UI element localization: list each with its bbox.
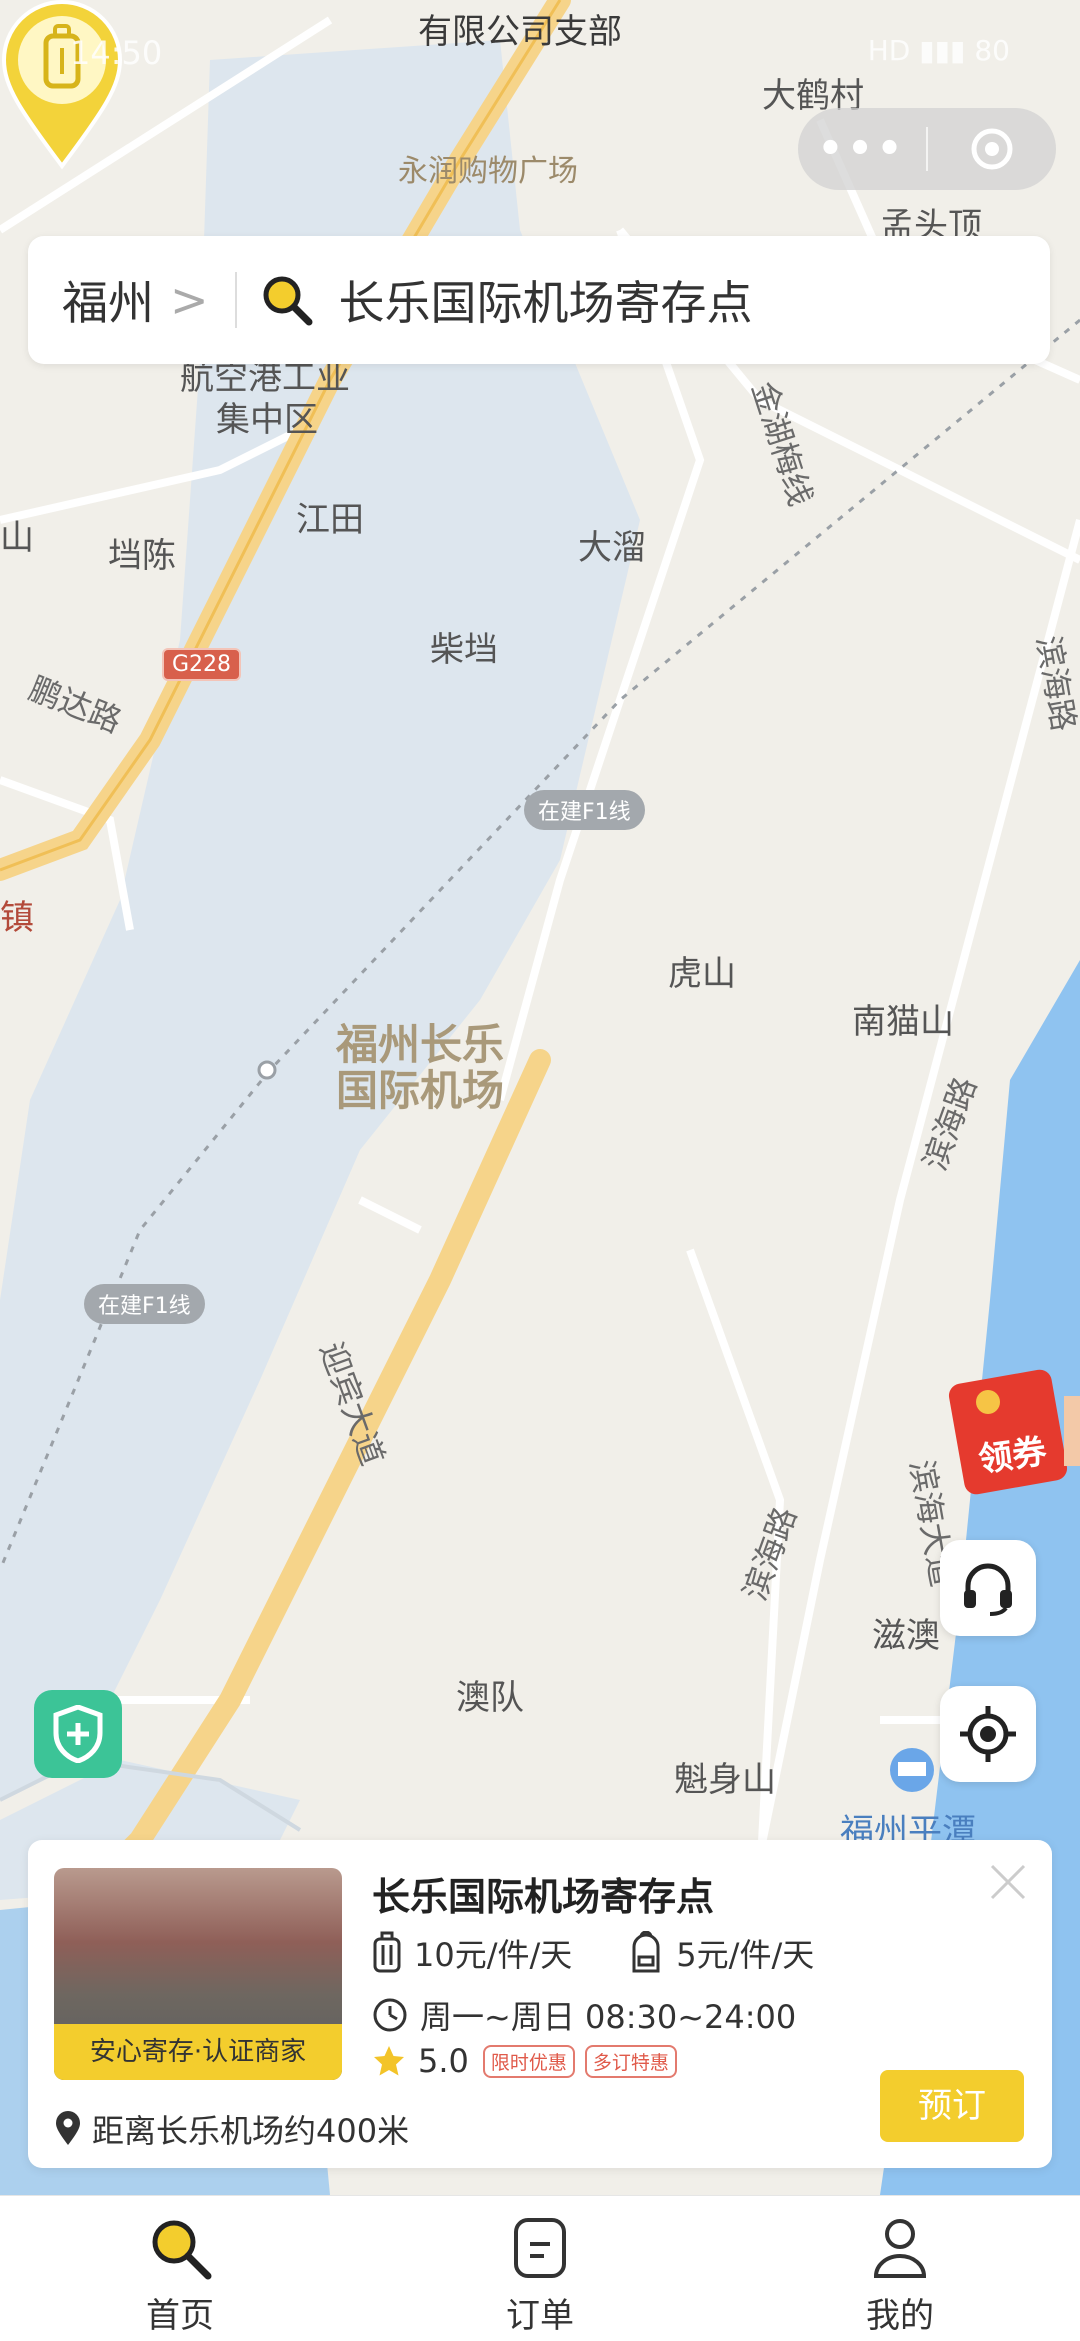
map-label-ziao: 滋澳 (872, 1616, 940, 1656)
promo-tag-limited: 限时优惠 (482, 2044, 575, 2078)
price-row: 10元/件/天 5元/件/天 (372, 1930, 814, 1976)
bottom-tab-bar: 首页 订单 我的 (0, 2195, 1080, 2341)
map-label-mall: 永润购物广场 (398, 154, 578, 189)
locate-me-button[interactable] (940, 1686, 1036, 1782)
target-close-icon (971, 128, 1013, 170)
status-indicators: HD ▮▮▮ 80 (867, 34, 1010, 67)
business-hours: 周一~周日 08:30~24:00 (420, 1998, 797, 2036)
price-luggage: 10元/件/天 (414, 1936, 573, 1974)
status-time: 14:50 (70, 34, 163, 72)
map-label-f1-line-2: 在建F1线 (84, 1284, 205, 1324)
chevron-right-icon: > (170, 273, 209, 327)
locate-crosshair-icon (960, 1706, 1016, 1762)
map-label-jiangtian: 江田 (296, 500, 364, 540)
suitcase-icon (373, 1931, 401, 1973)
search-input[interactable]: 长乐国际机场寄存点 (339, 267, 753, 333)
distance-row: 距离长乐机场约400米 (54, 2106, 409, 2152)
close-icon[interactable] (988, 1862, 1028, 1902)
search-home-icon (152, 2220, 212, 2280)
map-label-kuishenshan: 魁身山 (674, 1760, 776, 1800)
clock-icon (373, 1998, 407, 2032)
search-bar[interactable]: 福州 > 长乐国际机场寄存点 (28, 236, 1050, 364)
more-menu-button[interactable]: ••• (798, 126, 926, 172)
miniprogram-capsule: ••• (798, 108, 1056, 190)
map-label-chaidang: 柴垱 (430, 630, 498, 670)
tab-home[interactable]: 首页 (0, 2196, 360, 2341)
map-label-f1-line-1: 在建F1线 (524, 790, 645, 830)
map-label-dangchen: 垱陈 (108, 536, 176, 576)
tab-orders[interactable]: 订单 (360, 2196, 720, 2341)
certified-badge: 安心寄存·认证商家 (54, 2024, 342, 2080)
rating-row: 5.0 限时优惠 多订特惠 (372, 2042, 677, 2080)
backpack-icon (632, 1931, 660, 1973)
map-label-hushan: 虎山 (668, 954, 736, 994)
map-label-airport-line1: 福州长乐 (336, 1020, 505, 1069)
search-divider (234, 272, 237, 328)
store-photo: 安心寄存·认证商家 (54, 1868, 342, 2080)
distance-text: 距离长乐机场约400米 (92, 2112, 410, 2150)
close-miniprogram-button[interactable] (928, 125, 1056, 173)
tab-profile[interactable]: 我的 (720, 2196, 1080, 2341)
store-card[interactable]: 安心寄存·认证商家 长乐国际机场寄存点 10元/件/天 5元/件/天 周一~周日… (28, 1840, 1052, 2168)
price-bag: 5元/件/天 (676, 1936, 815, 1974)
map-label-nanmaoshan: 南猫山 (852, 1002, 954, 1042)
map-label-aodui: 澳队 (456, 1678, 524, 1718)
customer-service-button[interactable] (940, 1540, 1036, 1636)
status-bar: 14:50 HD ▮▮▮ 80 (0, 0, 1080, 100)
map-label-zhen: 镇 (0, 898, 34, 938)
promo-tag-multi: 多订特惠 (584, 2044, 677, 2078)
order-list-icon (514, 2218, 566, 2278)
hours-row: 周一~周日 08:30~24:00 (372, 1992, 796, 2038)
location-pin-icon (56, 2111, 80, 2145)
book-button[interactable]: 预订 (880, 2070, 1024, 2142)
search-icon (263, 276, 313, 326)
tab-orders-label: 订单 (506, 2296, 574, 2336)
shield-plus-icon (53, 1705, 103, 1763)
city-selector[interactable]: 福州 (62, 267, 154, 333)
coupon-label: 领券 (976, 1431, 1049, 1481)
store-name: 长乐国际机场寄存点 (372, 1875, 715, 1919)
safety-shield-button[interactable] (34, 1690, 122, 1778)
map-label-airport-line2: 国际机场 (336, 1066, 505, 1115)
g228-shield: G228 (162, 648, 242, 681)
user-profile-icon (873, 2219, 927, 2278)
headset-icon (964, 1563, 1012, 1616)
map-label-airport-zone2: 集中区 (216, 400, 318, 440)
map-label-daliu: 大溜 (578, 528, 646, 568)
tab-home-label: 首页 (146, 2296, 214, 2336)
coupon-button[interactable]: 领券 (948, 1366, 1080, 1496)
tab-profile-label: 我的 (866, 2296, 934, 2336)
star-icon (374, 2046, 404, 2076)
map-label-shan: 山 (0, 518, 34, 558)
rating-value: 5.0 (418, 2042, 469, 2080)
